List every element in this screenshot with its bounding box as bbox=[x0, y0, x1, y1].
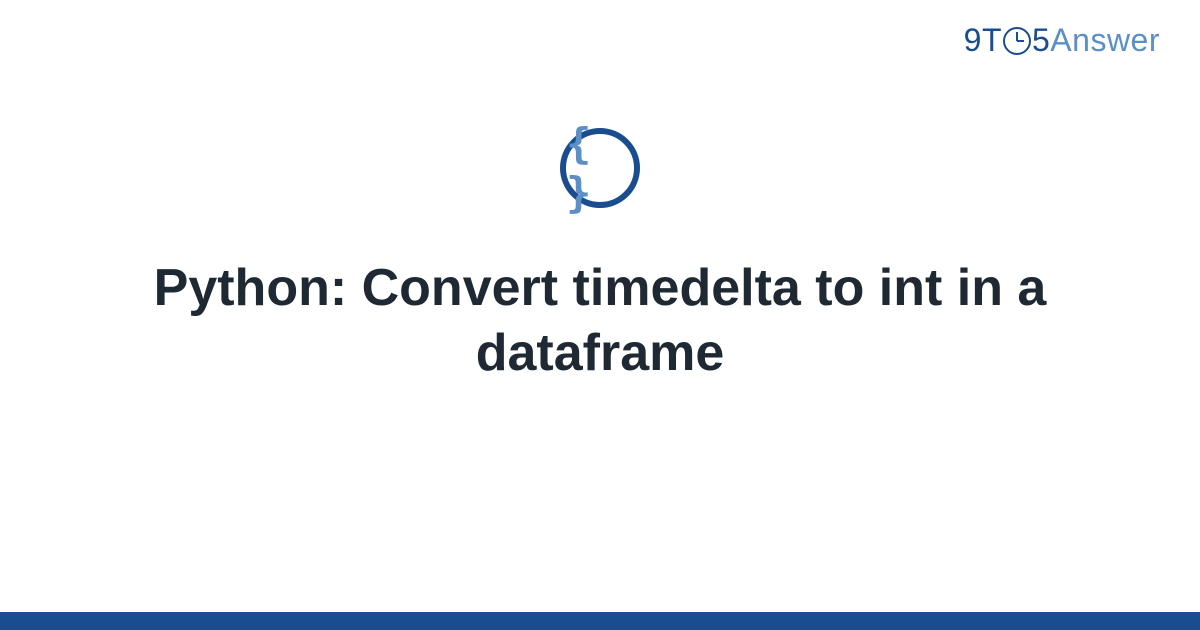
main-content: { } Python: Convert timedelta to int in … bbox=[0, 128, 1200, 386]
footer-bar bbox=[0, 612, 1200, 630]
page-title: Python: Convert timedelta to int in a da… bbox=[60, 256, 1140, 386]
code-braces-icon: { } bbox=[560, 128, 640, 208]
braces-glyph: { } bbox=[566, 119, 634, 217]
logo-text-answer: Answer bbox=[1050, 22, 1160, 58]
logo-text-5: 5 bbox=[1032, 22, 1050, 58]
logo-text-9t: 9T bbox=[964, 22, 1002, 58]
clock-icon bbox=[1003, 27, 1031, 55]
site-logo: 9T 5Answer bbox=[964, 22, 1160, 59]
